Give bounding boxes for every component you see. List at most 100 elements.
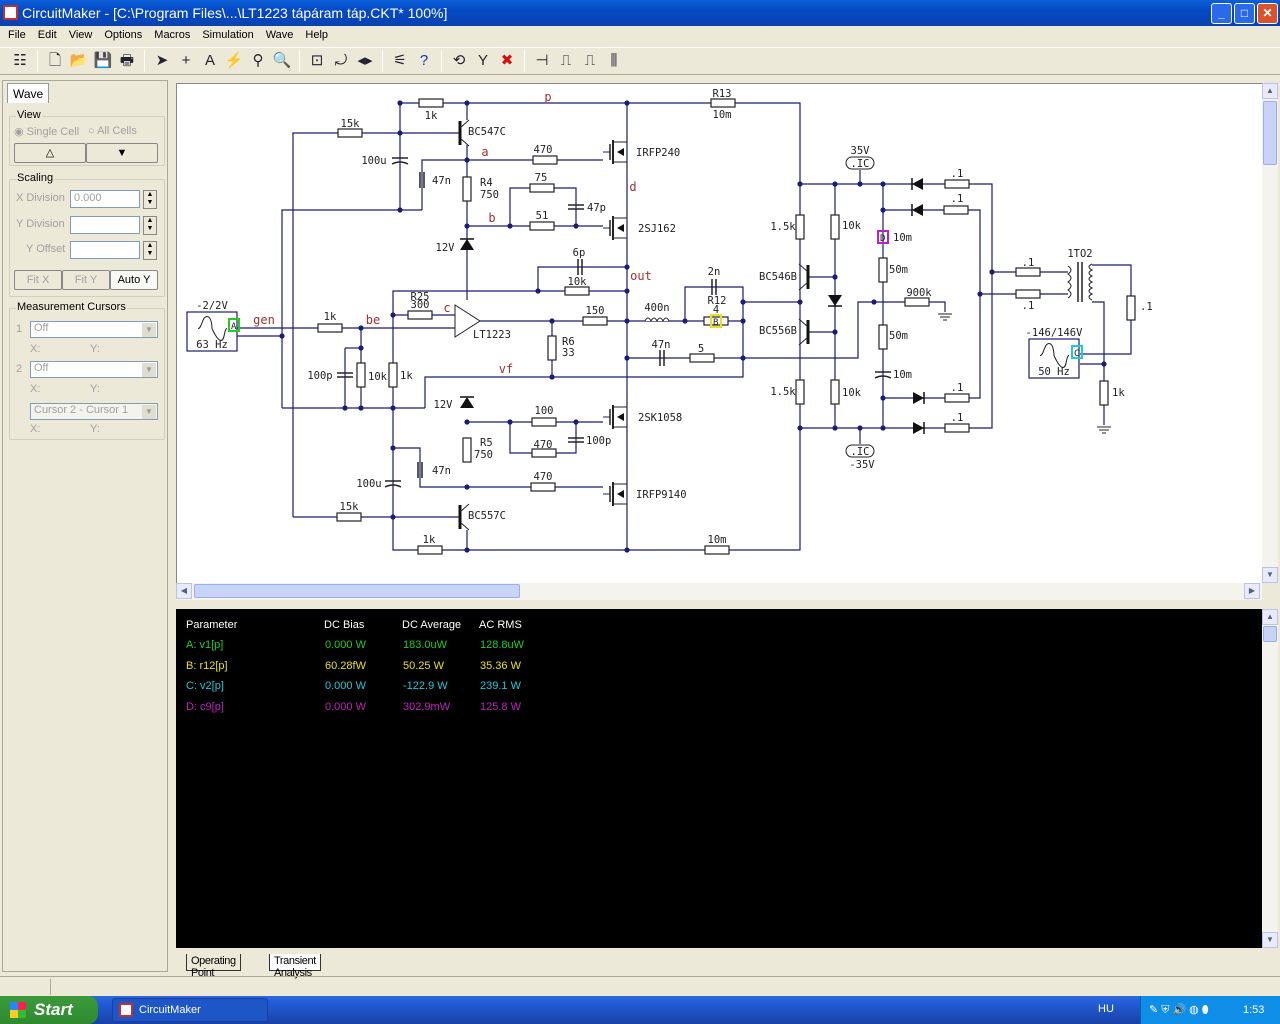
save-icon[interactable]: 💾 [91, 49, 115, 73]
schematic-horizontal-scrollbar[interactable]: ◀ ▶ [176, 583, 1262, 600]
scroll-thumb[interactable] [1263, 626, 1277, 642]
inductor [644, 317, 670, 323]
y-division-input[interactable] [70, 216, 140, 234]
digital-analog-icon[interactable]: ⚟ [388, 49, 412, 73]
probe-marker-C[interactable]: C [1071, 345, 1083, 359]
zoom-icon[interactable]: 🔍 [270, 49, 294, 73]
scroll-right-icon[interactable]: ▶ [1244, 583, 1260, 599]
scroll-up-icon[interactable]: ▲ [1262, 609, 1278, 625]
chevron-down-icon: ▼ [142, 363, 156, 377]
reset-icon[interactable]: ⟲ [447, 49, 471, 73]
tab-transient-analysis[interactable]: Transient Analysis [269, 954, 321, 979]
menu-options[interactable]: Options [98, 26, 148, 46]
fit-y-button[interactable]: Fit Y [62, 270, 110, 290]
stop-icon[interactable]: ✖ [495, 49, 519, 73]
menu-wave[interactable]: Wave [260, 26, 300, 46]
scroll-left-icon[interactable]: ◀ [176, 583, 192, 599]
scroll-down-icon[interactable]: ▼ [1262, 567, 1278, 583]
label-r1k-in2: 1k [400, 370, 413, 382]
auto-y-button[interactable]: Auto Y [110, 270, 158, 290]
cell-up-button[interactable]: △ [14, 143, 86, 163]
mirror-icon[interactable]: ◂▸ [353, 49, 377, 73]
wire-cross-icon[interactable]: + [174, 49, 198, 73]
label-c47n-out: 47n [652, 339, 671, 351]
resistor [1015, 289, 1041, 299]
resistor [417, 545, 443, 555]
start-button[interactable]: Start [0, 996, 98, 1024]
scroll-thumb[interactable] [1263, 101, 1277, 165]
new-file-icon[interactable]: 🗋 [43, 49, 67, 73]
fault-lightning-icon[interactable]: ⚡ [222, 49, 246, 73]
junction-dot [549, 318, 555, 324]
taskbar-circuitmaker[interactable]: CircuitMaker [112, 998, 268, 1022]
result-ac-rms: 128.8uW [480, 639, 525, 651]
open-folder-icon[interactable]: 📂 [67, 49, 91, 73]
maximize-button[interactable]: □ [1234, 3, 1255, 24]
cursor-diff-select[interactable]: Cursor 2 - Cursor 1 ▼ [30, 403, 158, 420]
resistor [337, 128, 363, 138]
language-indicator[interactable]: HU [1098, 1003, 1114, 1015]
menu-macros[interactable]: Macros [148, 26, 196, 46]
waveform-icon[interactable]: ⎍ [554, 49, 578, 73]
arrow-pointer-icon[interactable]: ➤ [150, 49, 174, 73]
rotate-icon[interactable]: ⤾ [329, 49, 353, 73]
split-view-icon[interactable]: ⎍ [578, 49, 602, 73]
tray-icons[interactable]: ✎⛨🔊◍⬮ [1149, 1004, 1212, 1016]
label-vf: vf [499, 362, 513, 376]
menu-view[interactable]: View [63, 26, 99, 46]
diode [913, 422, 924, 434]
print-icon[interactable]: 🖶 [115, 49, 139, 73]
y-offset-input[interactable] [70, 241, 140, 259]
toggle-panel-icon[interactable]: ☷ [8, 49, 32, 73]
schematic-vertical-scrollbar[interactable]: ▲ ▼ [1262, 83, 1278, 583]
cursor1-select[interactable]: Off ▼ [30, 321, 158, 338]
y-division-spinner[interactable]: ▲ ▼ [143, 216, 157, 235]
schematic-canvas[interactable]: A B C Dp a b d out c gen be vf 1k R13 10m 15k 100u BC547C… [176, 83, 1262, 583]
menu-edit[interactable]: Edit [32, 26, 63, 46]
x-division-spinner[interactable]: ▲ ▼ [143, 190, 157, 209]
y-offset-spinner[interactable]: ▲ ▼ [143, 241, 157, 260]
help-icon[interactable]: ? [412, 49, 436, 73]
cursor2-select[interactable]: Off ▼ [30, 361, 158, 378]
run-icon[interactable]: Y [471, 49, 495, 73]
windows-logo-icon [10, 1002, 26, 1018]
label-c10m-top: 10m [893, 232, 912, 244]
menu-simulation[interactable]: Simulation [196, 26, 259, 46]
tab-wave[interactable]: Wave [7, 83, 49, 103]
junction-dot [342, 405, 348, 411]
probe-icon[interactable]: ⚲ [246, 49, 270, 73]
junction-dot [624, 288, 630, 294]
text-icon[interactable]: A [198, 49, 222, 73]
junction-dot [880, 181, 886, 187]
label-m2: 2SJ162 [638, 223, 676, 235]
tab-operating-point[interactable]: Operating Point [186, 954, 241, 979]
analysis-icon[interactable]: ⫼ [602, 49, 626, 73]
label-b: b [488, 211, 495, 225]
cell-down-button[interactable]: ▼ [86, 143, 158, 163]
menu-help[interactable]: Help [299, 26, 334, 46]
x-division-input[interactable]: 0.000 [70, 190, 140, 208]
label-r4: R4 [480, 177, 493, 189]
close-button[interactable]: ✕ [1257, 3, 1278, 24]
resistor [529, 183, 555, 193]
scroll-thumb[interactable] [194, 584, 520, 598]
minimize-button[interactable]: _ [1211, 3, 1232, 24]
label-r470-c: 470 [534, 471, 553, 483]
schematic[interactable]: A B C Dp a b d out c gen be vf 1k R13 10m 15k 100u BC547C… [177, 84, 1262, 583]
junction-dot [464, 419, 470, 425]
menu-file[interactable]: File [2, 26, 32, 46]
all-cells-radio[interactable]: ○ All Cells [88, 125, 137, 137]
scroll-up-icon[interactable]: ▲ [1262, 83, 1278, 99]
diode [828, 295, 842, 306]
result-param: A: v1[p] [186, 639, 224, 651]
fit-x-button[interactable]: Fit X [14, 270, 62, 290]
results-vertical-scrollbar[interactable]: ▲ ▼ [1262, 609, 1278, 948]
mosfet [613, 474, 628, 485]
scroll-down-icon[interactable]: ▼ [1262, 932, 1278, 948]
junction-dot [390, 514, 396, 520]
cursor-diff-y: Y: [90, 423, 100, 435]
label-r10k-fb: 10k [568, 276, 588, 288]
schematic-icon[interactable]: ⊣ [530, 49, 554, 73]
zoom-fit-icon[interactable]: ⊡ [305, 49, 329, 73]
single-cell-radio[interactable]: ◉ Single Cell [14, 125, 79, 138]
